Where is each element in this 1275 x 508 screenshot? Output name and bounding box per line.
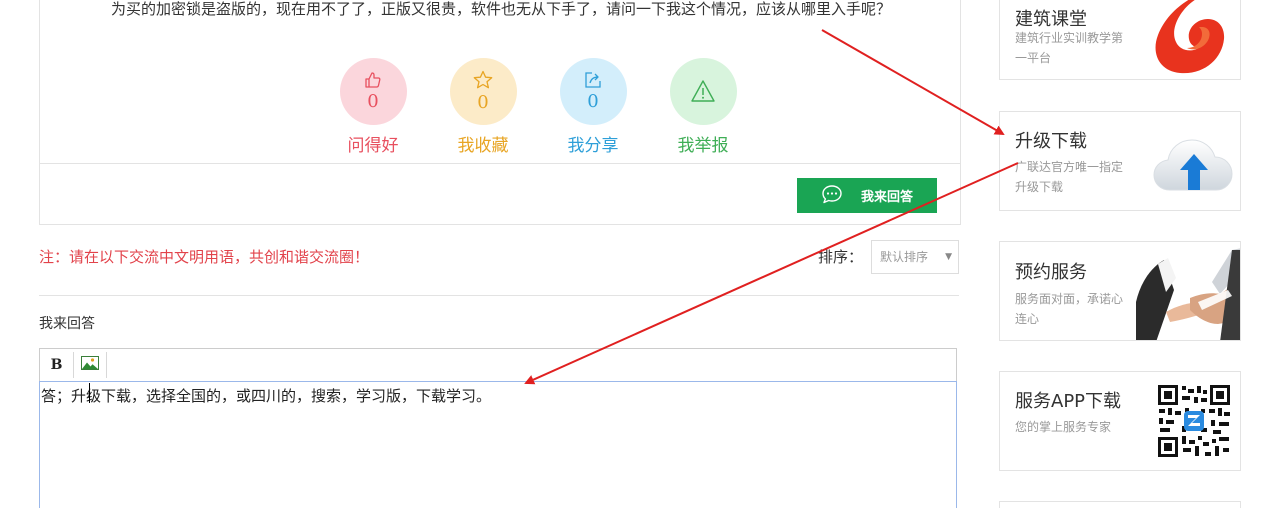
sidebar-card-title: 预约服务	[1015, 262, 1087, 283]
like-count: 0	[367, 90, 379, 112]
star-icon	[473, 70, 493, 90]
sidebar-card-app[interactable]: 服务APP下载 您的掌上服务专家	[999, 371, 1241, 471]
thumbs-up-icon	[364, 71, 382, 89]
notice-text: 注：请在以下交流中文明用语，共创和谐交流圈！	[39, 248, 370, 266]
sidebar-card-desc: 建筑行业实训教学第一平台	[1015, 31, 1124, 65]
handshake-image	[1136, 242, 1240, 340]
like-label[interactable]: 问得好	[333, 135, 413, 157]
editor-toolbar: B	[39, 348, 957, 381]
report-circle[interactable]	[669, 58, 737, 125]
section-divider	[39, 295, 959, 296]
answer-editor: B 答；升级下载，选择全国的，或四川的，搜索，学习版，下载学习。	[39, 348, 957, 508]
share-label[interactable]: 我分享	[553, 135, 633, 157]
favorite-button[interactable]: 0 我收藏	[443, 58, 523, 157]
sidebar-card-desc: 您的掌上服务专家	[1015, 420, 1112, 434]
insert-image-button[interactable]	[74, 352, 107, 378]
sidebar-card-upgrade[interactable]: 升级下载 广联达官方唯一指定升级下载	[999, 111, 1241, 211]
chat-bubble-icon	[821, 184, 861, 208]
question-panel: 为买的加密锁是盗版的，现在用不了了，正版又很贵，软件也无从下手了，请问一下我这个…	[39, 0, 961, 225]
sidebar-card-desc: 广联达官方唯一指定升级下载	[1015, 160, 1124, 194]
share-circle[interactable]: 0	[559, 58, 627, 125]
sort-selected-value: 默认排序	[880, 250, 929, 264]
chevron-down-icon: ▼	[945, 252, 952, 262]
like-button[interactable]: 0 问得好	[333, 58, 413, 157]
favorite-circle[interactable]: 0	[449, 58, 517, 125]
like-circle[interactable]: 0	[339, 58, 407, 125]
answer-textarea[interactable]: 答；升级下载，选择全国的，或四川的，搜索，学习版，下载学习。	[39, 381, 957, 508]
favorite-label[interactable]: 我收藏	[443, 135, 523, 157]
sort-select[interactable]: 默认排序 ▼	[871, 240, 959, 274]
qr-code-icon	[1157, 384, 1231, 462]
sort-label: 排序：	[818, 248, 864, 266]
image-icon	[81, 356, 99, 374]
report-button[interactable]: 我举报	[663, 58, 743, 157]
answer-button-label: 我来回答	[860, 190, 913, 205]
my-answer-title: 我来回答	[39, 316, 95, 332]
sidebar-card-partial	[999, 501, 1241, 508]
favorite-count: 0	[477, 91, 489, 113]
text-caret	[89, 383, 90, 403]
sidebar-card-course[interactable]: 建筑课堂 建筑行业实训教学第一平台	[999, 0, 1241, 80]
sidebar-card-desc: 服务面对面，承诺心连心	[1015, 292, 1124, 326]
course-logo-icon	[1150, 0, 1234, 79]
warning-icon	[690, 79, 716, 103]
share-button[interactable]: 0 我分享	[553, 58, 633, 157]
answer-button[interactable]: 我来回答	[797, 178, 937, 213]
sidebar-card-service[interactable]: 预约服务 服务面对面，承诺心连心	[999, 241, 1241, 341]
sidebar-card-title: 服务APP下载	[1015, 391, 1122, 412]
cloud-upload-icon	[1152, 136, 1234, 198]
question-text: 为买的加密锁是盗版的，现在用不了了，正版又很贵，软件也无从下手了，请问一下我这个…	[110, 0, 891, 18]
bold-button[interactable]: B	[40, 352, 74, 378]
share-icon	[584, 71, 602, 89]
sidebar-card-title: 升级下载	[1015, 131, 1087, 152]
share-count: 0	[587, 90, 599, 112]
report-label[interactable]: 我举报	[663, 135, 743, 157]
panel-divider	[40, 163, 960, 164]
